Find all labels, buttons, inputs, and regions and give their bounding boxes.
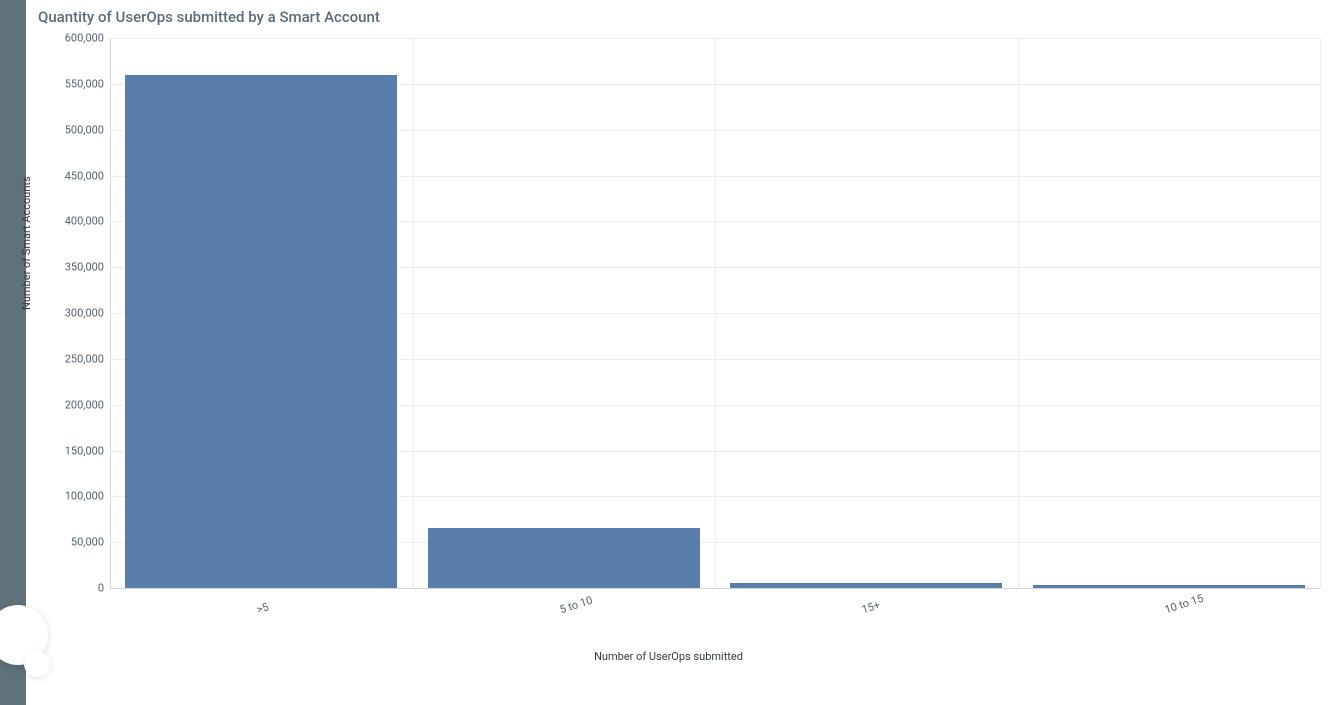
y-tick-label: 400,000 (46, 215, 104, 228)
x-tick-label: 10 to 15 (1163, 592, 1205, 617)
gridline (110, 588, 1320, 589)
y-tick-label: 450,000 (46, 169, 104, 182)
bar[interactable] (125, 75, 397, 588)
y-tick-label: 250,000 (46, 352, 104, 365)
x-tick-label: 15+ (860, 598, 882, 616)
chat-bubble-tail (24, 651, 50, 677)
bar[interactable] (428, 528, 700, 588)
plot-area (110, 38, 1320, 588)
x-axis-label: Number of UserOps submitted (0, 650, 1337, 663)
x-tick-label: 5 to 10 (558, 594, 594, 617)
y-tick-label: 200,000 (46, 398, 104, 411)
y-tick-label: 300,000 (46, 307, 104, 320)
bar[interactable] (730, 583, 1002, 588)
left-sidebar-stub (0, 0, 26, 705)
y-tick-label: 600,000 (46, 32, 104, 45)
vgridline (1018, 38, 1019, 588)
chart-page: Quantity of UserOps submitted by a Smart… (0, 0, 1337, 705)
y-tick-label: 550,000 (46, 77, 104, 90)
chart-title: Quantity of UserOps submitted by a Smart… (38, 8, 380, 26)
bar[interactable] (1033, 585, 1305, 588)
y-tick-label: 350,000 (46, 261, 104, 274)
y-axis-label: Number of Smart Accounts (20, 176, 33, 310)
y-tick-label: 0 (46, 582, 104, 595)
vgridline (715, 38, 716, 588)
vgridline (413, 38, 414, 588)
vgridline (1320, 38, 1321, 588)
y-tick-label: 50,000 (46, 536, 104, 549)
y-tick-label: 150,000 (46, 444, 104, 457)
chat-bubble-icon[interactable] (0, 605, 48, 665)
y-tick-label: 500,000 (46, 123, 104, 136)
x-tick-label: >5 (255, 600, 270, 616)
y-tick-label: 100,000 (46, 490, 104, 503)
